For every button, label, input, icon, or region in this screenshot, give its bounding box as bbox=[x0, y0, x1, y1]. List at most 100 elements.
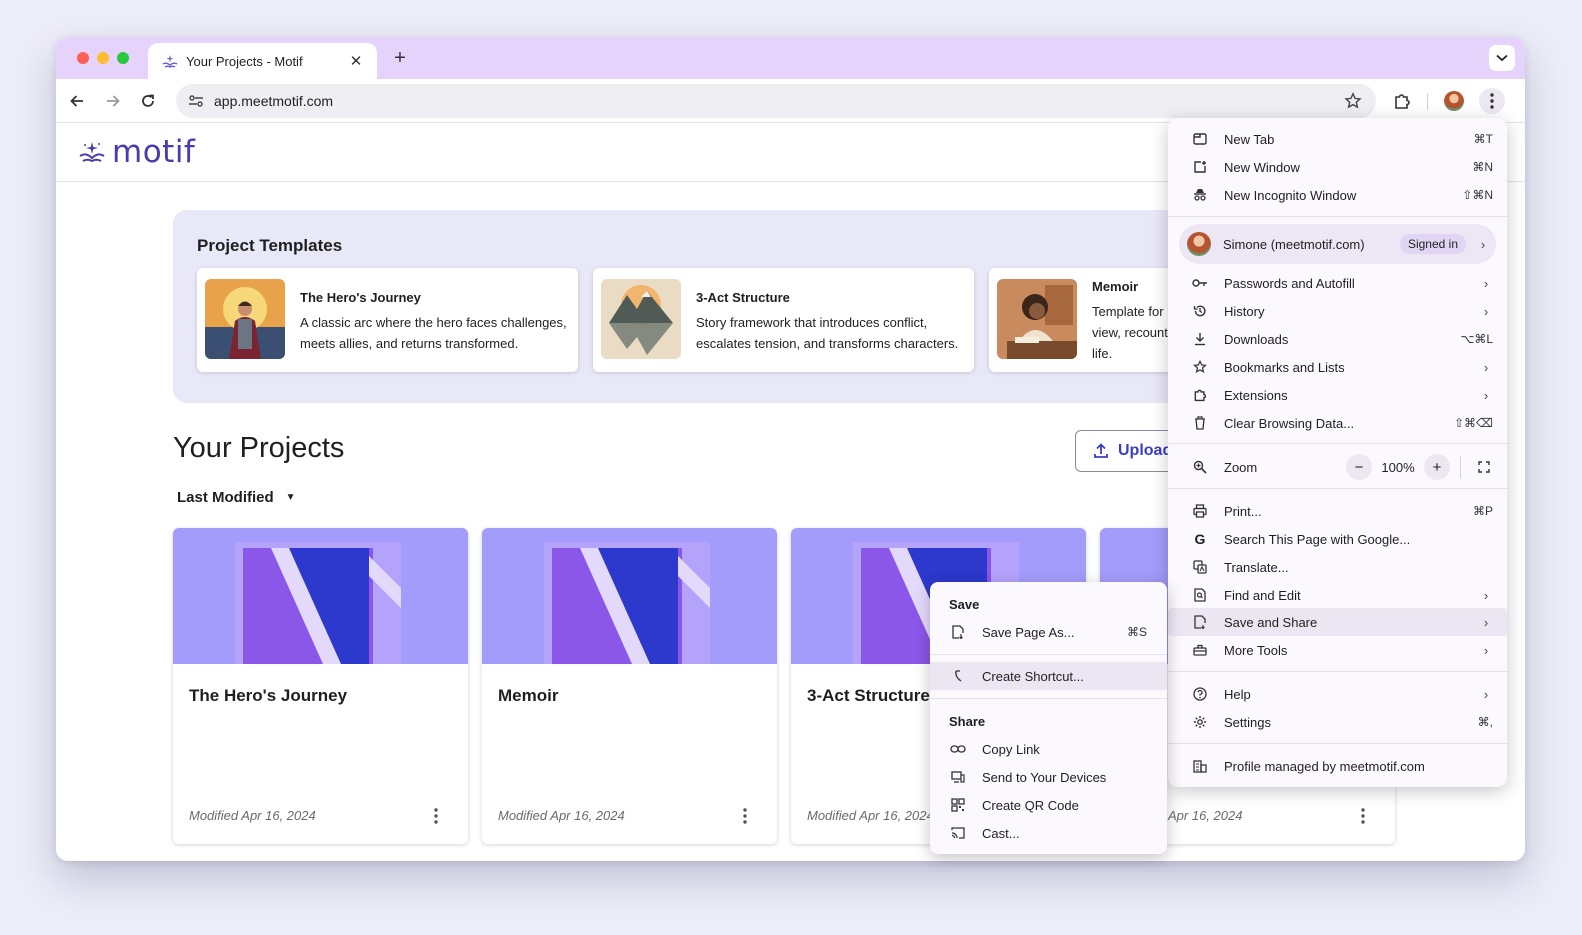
key-icon bbox=[1192, 275, 1208, 291]
project-templates-panel: Project Templates The Hero's Journey A c… bbox=[173, 210, 1370, 403]
tab-your-projects[interactable]: Your Projects - Motif ✕ bbox=[148, 43, 377, 79]
menu-label: Send to Your Devices bbox=[982, 769, 1107, 785]
project-modified-date: Modified Apr 16, 2024 bbox=[498, 808, 625, 823]
zoom-divider bbox=[1460, 456, 1461, 478]
fullscreen-icon[interactable] bbox=[1471, 454, 1497, 480]
menu-label: Settings bbox=[1224, 714, 1271, 730]
heros-journey-thumbnail bbox=[205, 279, 285, 359]
upload-icon bbox=[1092, 442, 1110, 460]
sort-dropdown[interactable]: Last Modified ▼ bbox=[177, 489, 296, 506]
menu-profile-row[interactable]: Simone (meetmotif.com) Signed in › bbox=[1179, 224, 1496, 264]
menu-shortcut: ⇧⌘N bbox=[1462, 188, 1493, 202]
minimize-window-button[interactable] bbox=[97, 52, 109, 64]
menu-search-with-google[interactable]: G Search This Page with Google... bbox=[1176, 525, 1499, 553]
forward-arrow-icon[interactable] bbox=[101, 89, 125, 113]
help-circle-icon bbox=[1192, 686, 1208, 702]
gear-icon bbox=[1192, 714, 1208, 730]
more-options-icon[interactable] bbox=[426, 804, 446, 828]
project-cover-image bbox=[482, 528, 777, 664]
menu-translate[interactable]: Translate... bbox=[1176, 553, 1499, 581]
zoom-out-button[interactable]: − bbox=[1346, 454, 1372, 480]
submenu-send-to-devices[interactable]: Send to Your Devices bbox=[930, 763, 1167, 791]
template-name: The Hero's Journey bbox=[300, 290, 421, 305]
tab-close-icon[interactable]: ✕ bbox=[347, 52, 365, 70]
project-name: The Hero's Journey bbox=[189, 686, 348, 705]
menu-label: Print... bbox=[1224, 503, 1262, 519]
more-options-icon[interactable] bbox=[735, 804, 755, 828]
menu-shortcut: ⌘N bbox=[1472, 160, 1493, 174]
menu-divider bbox=[1168, 671, 1507, 672]
submenu-save-page-as[interactable]: Save Page As... ⌘S bbox=[930, 618, 1167, 646]
menu-history[interactable]: History › bbox=[1176, 297, 1499, 325]
menu-help[interactable]: Help › bbox=[1176, 680, 1499, 708]
close-window-button[interactable] bbox=[77, 52, 89, 64]
menu-settings[interactable]: Settings ⌘, bbox=[1176, 708, 1499, 736]
tab-search-chevron-icon[interactable] bbox=[1489, 45, 1515, 71]
menu-bookmarks-lists[interactable]: Bookmarks and Lists › bbox=[1176, 353, 1499, 381]
new-tab-icon bbox=[1192, 131, 1208, 147]
project-card-heros-journey[interactable]: The Hero's Journey Modified Apr 16, 2024 bbox=[173, 528, 468, 844]
submenu-create-shortcut[interactable]: Create Shortcut... bbox=[930, 662, 1167, 690]
bookmark-star-icon[interactable] bbox=[1342, 90, 1364, 112]
incognito-icon bbox=[1192, 187, 1208, 203]
menu-divider bbox=[1168, 216, 1507, 217]
menu-passwords-autofill[interactable]: Passwords and Autofill › bbox=[1176, 269, 1499, 297]
template-card-heros-journey[interactable]: The Hero's Journey A classic arc where t… bbox=[197, 268, 578, 372]
project-modified-date: Apr 16, 2024 bbox=[1168, 808, 1243, 823]
profile-avatar[interactable] bbox=[1442, 89, 1466, 113]
menu-new-tab[interactable]: New Tab ⌘T bbox=[1176, 125, 1499, 153]
template-description: A classic arc where the hero faces chall… bbox=[300, 315, 567, 351]
your-projects-heading: Your Projects bbox=[173, 432, 345, 464]
extensions-puzzle-icon[interactable] bbox=[1390, 89, 1414, 113]
menu-downloads[interactable]: Downloads ⌥⌘L bbox=[1176, 325, 1499, 353]
upload-label: Upload bbox=[1118, 442, 1173, 459]
menu-label: Bookmarks and Lists bbox=[1224, 359, 1345, 375]
menu-label: Search This Page with Google... bbox=[1224, 531, 1411, 547]
zoom-in-button[interactable]: + bbox=[1424, 454, 1450, 480]
submenu-cast[interactable]: Cast... bbox=[930, 819, 1167, 847]
save-page-icon bbox=[950, 624, 966, 640]
reload-icon[interactable] bbox=[136, 89, 160, 113]
templates-heading: Project Templates bbox=[197, 236, 343, 255]
find-page-icon bbox=[1192, 587, 1208, 603]
project-card-memoir[interactable]: Memoir Modified Apr 16, 2024 bbox=[482, 528, 777, 844]
menu-label: Save and Share bbox=[1224, 614, 1318, 630]
chevron-right-icon: › bbox=[1483, 359, 1489, 375]
menu-profile-managed[interactable]: Profile managed by meetmotif.com bbox=[1176, 752, 1499, 780]
menu-label: New Incognito Window bbox=[1224, 187, 1357, 203]
menu-new-window[interactable]: New Window ⌘N bbox=[1176, 153, 1499, 181]
menu-label: Help bbox=[1224, 686, 1251, 702]
menu-label: History bbox=[1224, 303, 1265, 319]
chevron-right-icon: › bbox=[1480, 236, 1486, 252]
maximize-window-button[interactable] bbox=[117, 52, 129, 64]
menu-label: Create Shortcut... bbox=[982, 668, 1084, 684]
new-tab-plus-icon[interactable]: + bbox=[388, 46, 412, 70]
save-share-page-icon bbox=[1192, 614, 1208, 630]
save-section-heading: Save bbox=[949, 597, 980, 612]
menu-label: Cast... bbox=[982, 825, 1020, 841]
menu-label: Downloads bbox=[1224, 331, 1289, 347]
menu-shortcut: ⌘, bbox=[1477, 715, 1493, 729]
chrome-menu-kebab-icon[interactable] bbox=[1479, 88, 1505, 114]
back-arrow-icon[interactable] bbox=[65, 89, 89, 113]
google-g-icon: G bbox=[1194, 531, 1206, 547]
menu-label: Extensions bbox=[1224, 387, 1288, 403]
site-settings-icon[interactable] bbox=[186, 91, 206, 111]
menu-extensions[interactable]: Extensions › bbox=[1176, 381, 1499, 409]
menu-label: Create QR Code bbox=[982, 797, 1079, 813]
menu-clear-browsing-data[interactable]: Clear Browsing Data... ⇧⌘⌫ bbox=[1176, 409, 1499, 437]
save-share-submenu: Save Save Page As... ⌘S Create Shortcut.… bbox=[930, 582, 1167, 854]
motif-logo[interactable]: motif bbox=[78, 134, 195, 170]
menu-label: Translate... bbox=[1224, 559, 1289, 575]
chevron-right-icon: › bbox=[1483, 387, 1489, 403]
menu-save-and-share[interactable]: Save and Share › bbox=[1168, 608, 1507, 636]
submenu-create-qr-code[interactable]: Create QR Code bbox=[930, 791, 1167, 819]
address-bar[interactable]: app.meetmotif.com bbox=[176, 84, 1376, 118]
menu-new-incognito-window[interactable]: New Incognito Window ⇧⌘N bbox=[1176, 181, 1499, 209]
menu-print[interactable]: Print... ⌘P bbox=[1176, 497, 1499, 525]
more-options-icon[interactable] bbox=[1353, 804, 1373, 828]
menu-more-tools[interactable]: More Tools › bbox=[1176, 636, 1499, 664]
menu-find-and-edit[interactable]: Find and Edit › bbox=[1176, 581, 1499, 609]
submenu-copy-link[interactable]: Copy Link bbox=[930, 735, 1167, 763]
template-card-3-act-structure[interactable]: 3-Act Structure Story framework that int… bbox=[593, 268, 974, 372]
